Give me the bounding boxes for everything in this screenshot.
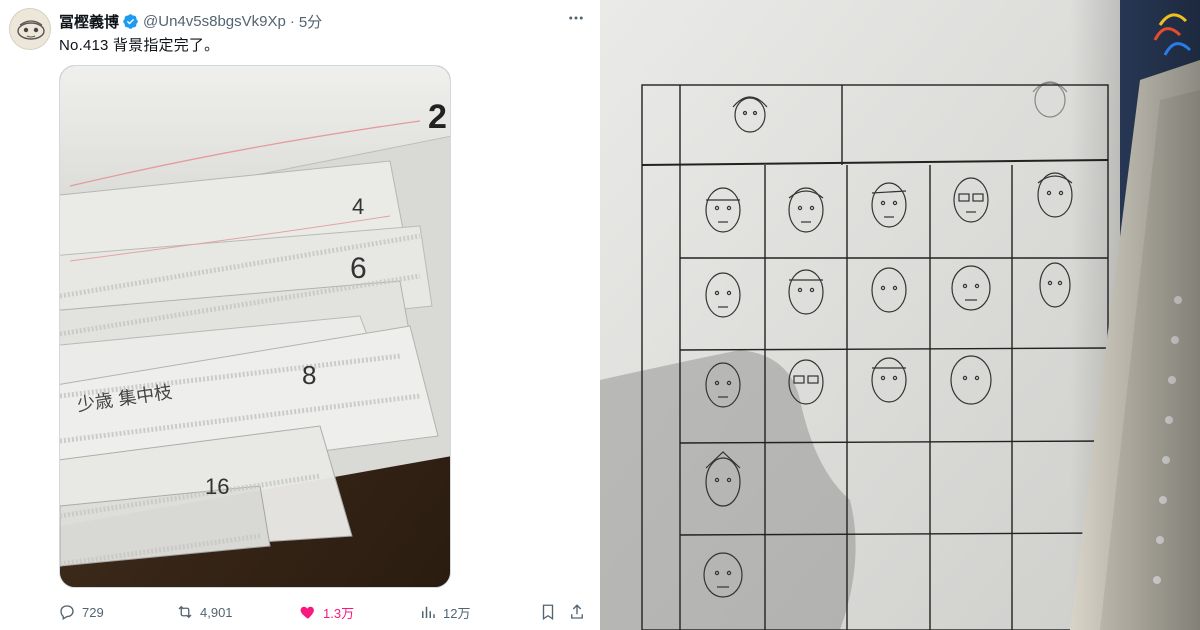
tweet-card: 冨樫義博 @Un4v5s8bgsVk9Xp · 5分 No.413 背景指定完了… [0,0,600,630]
like-button[interactable]: 1.3万 [299,600,354,624]
bookmark-button[interactable] [539,600,563,624]
reply-icon [60,605,74,620]
retweet-count: 4,901 [200,604,233,620]
sheet-number-8: 8 [302,360,316,390]
views-count: 12万 [443,605,471,621]
tweet-text: No.413 背景指定完了。 [59,37,220,54]
separator-dot: · [289,12,295,30]
avatar-drawing-icon [10,9,50,49]
more-dots-icon [569,16,583,20]
tweet-photo-sheets[interactable]: 2 4 6 8 16 少歳 集中枝 [59,65,451,588]
author-name[interactable]: 冨樫義博 [59,11,119,32]
tweet-timestamp[interactable]: 5分 [299,11,322,32]
sheet-number-16: 16 [205,474,229,499]
character-sheet-drawing [600,0,1200,630]
tweet-action-bar: 729 4,901 1.3万 12万 [56,600,596,624]
share-button[interactable] [568,600,592,624]
author-avatar[interactable] [9,8,51,50]
like-count: 1.3万 [323,605,355,621]
reply-count: 729 [82,604,104,620]
tweet-header: 冨樫義博 @Un4v5s8bgsVk9Xp · 5分 [59,10,590,32]
verified-badge-icon [123,13,138,29]
retweet-icon [178,605,192,619]
views-button[interactable]: 12万 [419,600,470,624]
bookmark-icon [542,604,554,621]
views-bar-chart-icon [422,606,435,618]
sheet-number-6: 6 [350,252,367,285]
sheet-number-4: 4 [352,194,364,219]
retweet-button[interactable]: 4,901 [176,600,233,624]
more-options-button[interactable] [564,8,588,28]
sheets-photo-drawing: 2 4 6 8 16 少歳 集中枝 [60,66,450,587]
binder-character-sheet-photo [600,0,1200,630]
sheet-number-2: 2 [428,98,447,136]
share-upload-icon [571,604,583,619]
author-handle[interactable]: @Un4v5s8bgsVk9Xp [143,13,286,30]
reply-button[interactable]: 729 [58,600,104,624]
heart-filled-icon [300,606,314,619]
